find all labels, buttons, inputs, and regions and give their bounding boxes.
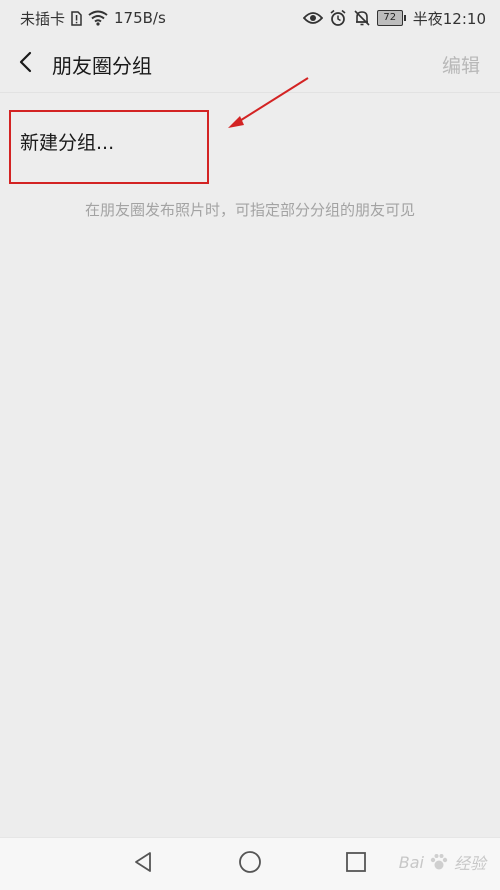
baidu-watermark: Bai 经验 (399, 850, 486, 874)
status-left: 未插卡 175B/s (20, 8, 166, 28)
back-button[interactable] (10, 48, 40, 80)
system-nav-bar: Bai 经验 (0, 837, 500, 890)
wifi-icon (88, 10, 108, 26)
network-speed: 175B/s (114, 9, 166, 27)
sim-alert-icon (71, 10, 82, 26)
recent-square-icon (345, 851, 367, 877)
nav-home-button[interactable] (234, 848, 266, 880)
watermark-text: Bai (398, 852, 424, 872)
battery-indicator: 72 (376, 10, 406, 26)
page-title: 朋友圈分组 (52, 54, 152, 78)
hint-text: 在朋友圈发布照片时，可指定部分分组的朋友可见 (84, 201, 415, 219)
edit-button[interactable]: 编辑 (442, 51, 480, 78)
watermark-text-2: 经验 (453, 854, 486, 873)
nav-recent-button[interactable] (340, 848, 372, 880)
status-right: 72 半夜12:10 (302, 8, 486, 28)
eye-icon (302, 11, 323, 25)
bell-off-icon (353, 9, 371, 27)
annotation-highlight-box (9, 110, 209, 184)
clock-text: 半夜12:10 (412, 9, 486, 28)
header-bar: 朋友圈分组 编辑 (0, 36, 500, 93)
home-circle-icon (238, 850, 262, 878)
nav-back-button[interactable] (127, 848, 159, 880)
chevron-left-icon (18, 51, 32, 77)
back-triangle-icon (133, 851, 153, 877)
alarm-icon (329, 9, 347, 27)
carrier-text: 未插卡 (20, 9, 66, 28)
status-bar: 未插卡 175B/s 72 半夜12:10 (0, 0, 500, 36)
paw-logo-icon (428, 851, 450, 873)
